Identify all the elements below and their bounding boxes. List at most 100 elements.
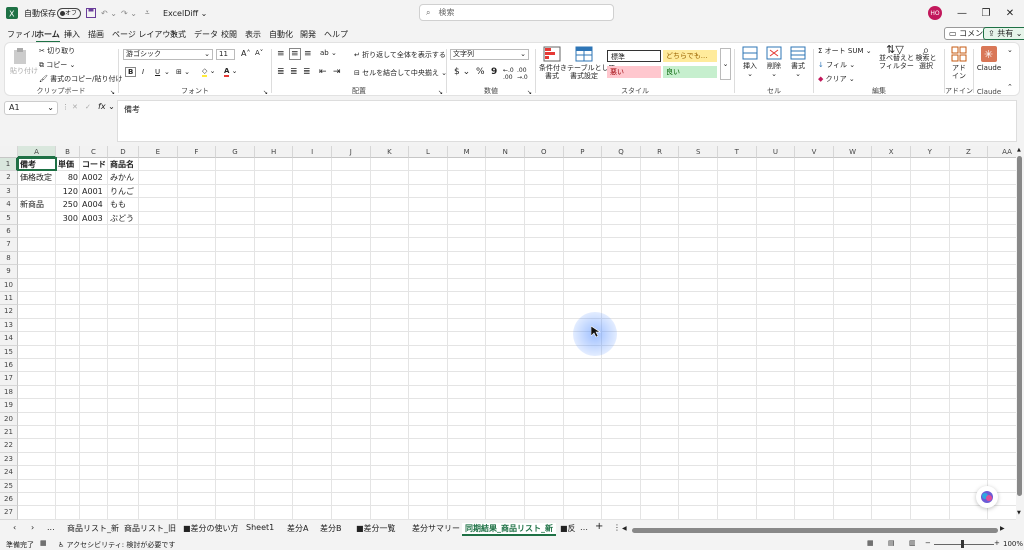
row-header[interactable]: 17 <box>0 372 18 386</box>
share-button[interactable]: ⇪ 共有 ⌄ <box>983 27 1024 40</box>
sheet-tab[interactable]: 商品リスト_新 <box>67 523 119 534</box>
cell-B1[interactable]: 単価 <box>56 158 80 171</box>
scroll-right-icon[interactable]: ▶ <box>1000 525 1005 532</box>
row-header[interactable]: 20 <box>0 412 18 426</box>
search-box[interactable]: ⌕ 検索 <box>419 4 614 21</box>
column-header[interactable]: W <box>833 146 873 158</box>
page-layout-view-icon[interactable]: ▤ <box>888 539 895 547</box>
redo-icon[interactable]: ↷ ⌄ <box>121 0 137 26</box>
zoom-out-icon[interactable]: − <box>925 539 931 547</box>
font-launcher-icon[interactable]: ↘ <box>263 89 268 96</box>
style-normal[interactable]: 標準 <box>607 50 661 62</box>
confirm-icon[interactable]: ✓ <box>85 103 91 111</box>
customize-qat-icon[interactable]: ⩡ <box>145 0 150 26</box>
row-header[interactable]: 4 <box>0 198 18 212</box>
avatar[interactable]: HO <box>928 6 942 20</box>
select-all-corner[interactable] <box>0 146 18 158</box>
italic-button[interactable]: I <box>142 68 144 76</box>
grow-font-icon[interactable]: A˄ <box>241 49 250 58</box>
row-header[interactable]: 25 <box>0 479 18 493</box>
cell-A4[interactable]: 新商品 <box>18 198 56 211</box>
file-name[interactable]: ExcelDiff ⌄ <box>163 0 207 26</box>
increase-decimal-icon[interactable]: ←.0.00 <box>503 67 514 81</box>
cell-C5[interactable]: A003 <box>80 212 108 225</box>
sheet-tab[interactable]: ■差分一覧 <box>356 523 396 534</box>
row-header[interactable]: 5 <box>0 211 18 225</box>
font-color-icon[interactable]: A ⌄ <box>224 67 238 77</box>
menu-draw[interactable]: 描画 <box>88 29 104 40</box>
shrink-font-icon[interactable]: A˅ <box>255 49 263 57</box>
conditional-format-button[interactable]: 条件付き 書式 <box>539 46 567 80</box>
menu-file[interactable]: ファイル <box>7 29 39 40</box>
column-header[interactable]: N <box>486 146 525 158</box>
cell-B4[interactable]: 250 <box>56 198 80 211</box>
format-painter-button[interactable]: 🖌 書式のコピー/貼り付け <box>39 74 122 84</box>
row-header[interactable]: 6 <box>0 225 18 239</box>
scroll-up-icon[interactable]: ▲ <box>1017 147 1021 153</box>
column-header[interactable]: Y <box>911 146 950 158</box>
column-header[interactable]: Z <box>949 146 989 158</box>
align-left-icon[interactable]: ≣ <box>277 67 285 77</box>
more-sheets-left[interactable]: ... <box>47 523 55 532</box>
row-header[interactable]: 23 <box>0 452 18 467</box>
alignment-launcher-icon[interactable]: ↘ <box>438 89 443 96</box>
column-header[interactable]: S <box>679 146 718 158</box>
zoom-in-icon[interactable]: + <box>994 539 1000 547</box>
styles-more-icon[interactable]: ⌄ <box>720 48 731 80</box>
menu-view[interactable]: 表示 <box>245 29 261 40</box>
cell-B3[interactable]: 120 <box>56 185 80 198</box>
column-header[interactable]: X <box>872 146 911 158</box>
column-header[interactable]: O <box>525 146 564 158</box>
vertical-scrollbar[interactable]: ▲ ▼ <box>1016 146 1024 520</box>
menu-automate[interactable]: 自動化 <box>269 29 293 40</box>
macro-record-icon[interactable]: ▦ <box>40 539 47 547</box>
style-good[interactable]: 良い <box>663 66 717 78</box>
minimize-icon[interactable]: — <box>950 0 974 26</box>
formula-input[interactable]: 備考 <box>117 100 1017 142</box>
sheet-tab[interactable]: Sheet1 <box>246 523 274 532</box>
format-as-table-button[interactable]: テーブルとして 書式設定 <box>567 46 615 80</box>
menu-data[interactable]: データ <box>194 29 218 40</box>
zoom-level[interactable]: 100% <box>1003 540 1023 548</box>
column-header[interactable]: I <box>293 146 332 158</box>
row-header[interactable]: 11 <box>0 292 18 306</box>
normal-view-icon[interactable]: ▦ <box>867 539 874 547</box>
format-cells-button[interactable]: 書式 ⌄ <box>788 46 808 78</box>
save-icon[interactable] <box>86 0 96 26</box>
delete-cells-button[interactable]: 削除 ⌄ <box>764 46 784 78</box>
row-header[interactable]: 22 <box>0 439 18 453</box>
sheet-tab[interactable]: ■反 <box>560 523 576 534</box>
row-header[interactable]: 21 <box>0 426 18 440</box>
row-header[interactable]: 12 <box>0 305 18 319</box>
underline-button[interactable]: U <box>155 68 160 76</box>
cancel-icon[interactable]: ✕ <box>72 103 78 111</box>
claude-button[interactable]: ✳ Claude <box>975 46 1003 72</box>
column-header[interactable]: M <box>447 146 487 158</box>
increase-indent-icon[interactable]: ⇥ <box>333 67 341 77</box>
find-select-button[interactable]: ⌕ 検索と 選択 <box>913 44 939 70</box>
paste-button[interactable]: 貼り付け <box>10 47 38 75</box>
copy-button[interactable]: ⧉ コピー ⌄ <box>39 60 75 70</box>
row-header[interactable]: 19 <box>0 399 18 413</box>
row-header[interactable]: 7 <box>0 238 18 252</box>
vertical-scroll-thumb[interactable] <box>1017 156 1022 496</box>
close-icon[interactable]: ✕ <box>998 0 1022 26</box>
row-header[interactable]: 9 <box>0 265 18 279</box>
row-header[interactable]: 2 <box>0 171 18 185</box>
cell-C4[interactable]: A004 <box>80 198 108 211</box>
sheet-options-icon[interactable]: ⋮ <box>613 523 621 532</box>
insert-cells-button[interactable]: 挿入 ⌄ <box>740 46 760 78</box>
align-bottom-icon[interactable]: ≡ <box>304 49 312 59</box>
horizontal-scroll-thumb[interactable] <box>632 528 998 533</box>
fill-button[interactable]: ↓ フィル ⌄ <box>818 60 855 70</box>
clear-button[interactable]: ◆ クリア ⌄ <box>818 74 855 84</box>
autosave-toggle[interactable]: オフ <box>53 0 81 26</box>
cell-A2[interactable]: 価格改定 <box>18 171 56 184</box>
orientation-icon[interactable]: ab ⌄ <box>320 49 337 57</box>
copilot-button[interactable] <box>976 486 998 508</box>
column-header[interactable]: AA <box>988 146 1016 158</box>
cell-D3[interactable]: りんご <box>108 185 139 198</box>
more-sheets-right-icon[interactable]: … <box>580 523 588 532</box>
next-sheet-icon[interactable]: › <box>31 523 34 532</box>
cell-D5[interactable]: ぶどう <box>108 212 139 225</box>
